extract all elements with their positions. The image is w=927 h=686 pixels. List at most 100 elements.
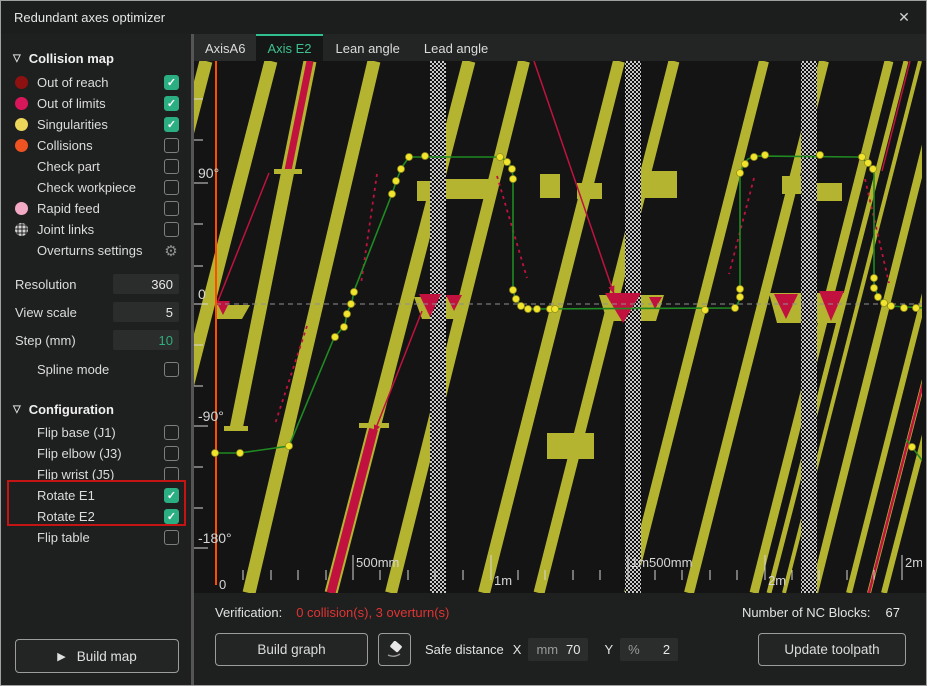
svg-text:2m500mm: 2m500mm [905, 555, 922, 570]
field-input-1[interactable] [113, 302, 179, 322]
svg-text:500mm: 500mm [356, 555, 399, 570]
layer-row-rapid-feed: Rapid feed [1, 198, 191, 219]
layer-checkbox-6[interactable] [164, 201, 179, 216]
config-row-flip-table: Flip table [1, 527, 191, 548]
field-label: Resolution [15, 277, 113, 292]
layer-checkbox-2[interactable]: ✓ [164, 117, 179, 132]
layer-label: Singularities [37, 117, 164, 132]
tab-axis-e2[interactable]: Axis E2 [256, 34, 322, 61]
config-checkbox-3[interactable]: ✓ [164, 488, 179, 503]
config-row-flip-elbow-j3-: Flip elbow (J3) [1, 443, 191, 464]
legend-color-dot [15, 76, 28, 89]
y-unit: % [628, 642, 640, 657]
layer-checkbox-1[interactable]: ✓ [164, 96, 179, 111]
legend-color-dot [15, 139, 28, 152]
spline-mode-row: Spline mode [1, 359, 191, 380]
eraser-icon [385, 641, 405, 659]
gear-icon[interactable]: ⚙ [163, 242, 179, 260]
tab-bar: AxisA6 Axis E2 Lean angle Lead angle [194, 34, 926, 61]
layer-row-overturns-settings: Overturns settings⚙ [1, 240, 191, 261]
verification-label: Verification: [215, 605, 282, 620]
config-row-rotate-e1: Rotate E1✓ [1, 485, 191, 506]
collision-layer-list: Out of reach✓Out of limits✓Singularities… [1, 72, 191, 261]
erase-graph-button[interactable] [378, 633, 411, 666]
x-value: 70 [566, 642, 580, 657]
layer-row-collisions: Collisions [1, 135, 191, 156]
legend-color-dot [15, 97, 28, 110]
layer-checkbox-5[interactable] [164, 180, 179, 195]
tab-lead-angle[interactable]: Lead angle [413, 34, 499, 61]
configuration-list: Flip base (J1) Flip elbow (J3) Flip wrist … [1, 422, 191, 548]
config-label: Flip elbow (J3) [37, 446, 164, 461]
layer-label: Rapid feed [37, 201, 164, 216]
tab-label: AxisA6 [205, 41, 245, 56]
legend-color-dot [15, 118, 28, 131]
safe-distance-y-label: Y [604, 642, 613, 657]
tab-label: Lean angle [336, 41, 400, 56]
config-label: Rotate E1 [37, 488, 164, 503]
build-map-button[interactable]: ▶ Build map [15, 639, 179, 673]
svg-text:2m: 2m [768, 573, 786, 588]
configuration-header-label: Configuration [29, 402, 114, 417]
config-checkbox-5[interactable] [164, 530, 179, 545]
layer-row-check-part: Check part [1, 156, 191, 177]
build-graph-button[interactable]: Build graph [215, 633, 368, 666]
field-row-1: View scale [1, 302, 191, 322]
close-icon[interactable]: ✕ [894, 9, 914, 26]
config-row-flip-base-j1-: Flip base (J1) [1, 422, 191, 443]
layer-label: Check workpiece [37, 180, 164, 195]
title-bar: Redundant axes optimizer ✕ [1, 1, 926, 34]
layer-checkbox-4[interactable] [164, 159, 179, 174]
config-label: Flip base (J1) [37, 425, 164, 440]
sidebar: ▽ Collision map Out of reach✓Out of limi… [1, 34, 191, 685]
collapse-triangle-icon: ▽ [13, 404, 21, 415]
config-label: Rotate E2 [37, 509, 164, 524]
parameter-fields: Resolution View scale Step (mm) [1, 274, 191, 358]
x-unit: mm [536, 642, 558, 657]
nc-blocks-label: Number of NC Blocks: [742, 605, 871, 620]
layer-checkbox-0[interactable]: ✓ [164, 75, 179, 90]
redundant-axes-optimizer-dialog: Redundant axes optimizer ✕ ▽ Collision m… [0, 0, 927, 686]
layer-checkbox-3[interactable] [164, 138, 179, 153]
layer-row-joint-links: Joint links [1, 219, 191, 240]
collision-map-header-label: Collision map [29, 51, 114, 66]
layer-checkbox-7[interactable] [164, 222, 179, 237]
update-toolpath-button[interactable]: Update toolpath [758, 633, 906, 666]
collision-map-header[interactable]: ▽ Collision map [1, 48, 191, 68]
safe-distance-y-input[interactable]: % 2 [620, 638, 678, 661]
tab-lean-angle[interactable]: Lean angle [325, 34, 411, 61]
layer-label: Overturns settings [37, 243, 163, 258]
tab-label: Axis E2 [267, 41, 311, 56]
layer-label: Collisions [37, 138, 164, 153]
config-checkbox-4[interactable]: ✓ [164, 509, 179, 524]
svg-text:-180°: -180° [198, 530, 232, 546]
svg-text:1m500mm: 1m500mm [631, 555, 692, 570]
dialog-title: Redundant axes optimizer [14, 10, 894, 25]
config-row-rotate-e2: Rotate E2✓ [1, 506, 191, 527]
svg-text:0: 0 [198, 286, 206, 302]
layer-label: Check part [37, 159, 164, 174]
config-checkbox-2[interactable] [164, 467, 179, 482]
field-input-2[interactable] [113, 330, 179, 350]
svg-text:1m: 1m [494, 573, 512, 588]
verification-value: 0 collision(s), 3 overturn(s) [296, 605, 449, 620]
config-checkbox-1[interactable] [164, 446, 179, 461]
layer-label: Out of limits [37, 96, 164, 111]
field-label: Step (mm) [15, 333, 113, 348]
footer: Verification: 0 collision(s), 3 overturn… [194, 593, 926, 685]
layer-label: Out of reach [37, 75, 164, 90]
joint-links-hatch-dot [15, 223, 28, 236]
tab-axisa6[interactable]: AxisA6 [194, 34, 256, 61]
safe-distance-x-input[interactable]: mm 70 [528, 638, 588, 661]
config-checkbox-0[interactable] [164, 425, 179, 440]
config-label: Flip wrist (J5) [37, 467, 164, 482]
config-label: Flip table [37, 530, 164, 545]
collision-map-canvas[interactable]: 90°0-90°-180°0500mm1m1m500mm2m2m500mm [194, 61, 926, 593]
field-row-2: Step (mm) [1, 330, 191, 350]
config-row-flip-wrist-j5-: Flip wrist (J5) [1, 464, 191, 485]
layer-row-out-of-limits: Out of limits✓ [1, 93, 191, 114]
field-input-0[interactable] [113, 274, 179, 294]
spline-mode-checkbox[interactable] [164, 362, 179, 377]
configuration-header[interactable]: ▽ Configuration [1, 399, 191, 419]
spline-mode-label: Spline mode [37, 362, 164, 377]
